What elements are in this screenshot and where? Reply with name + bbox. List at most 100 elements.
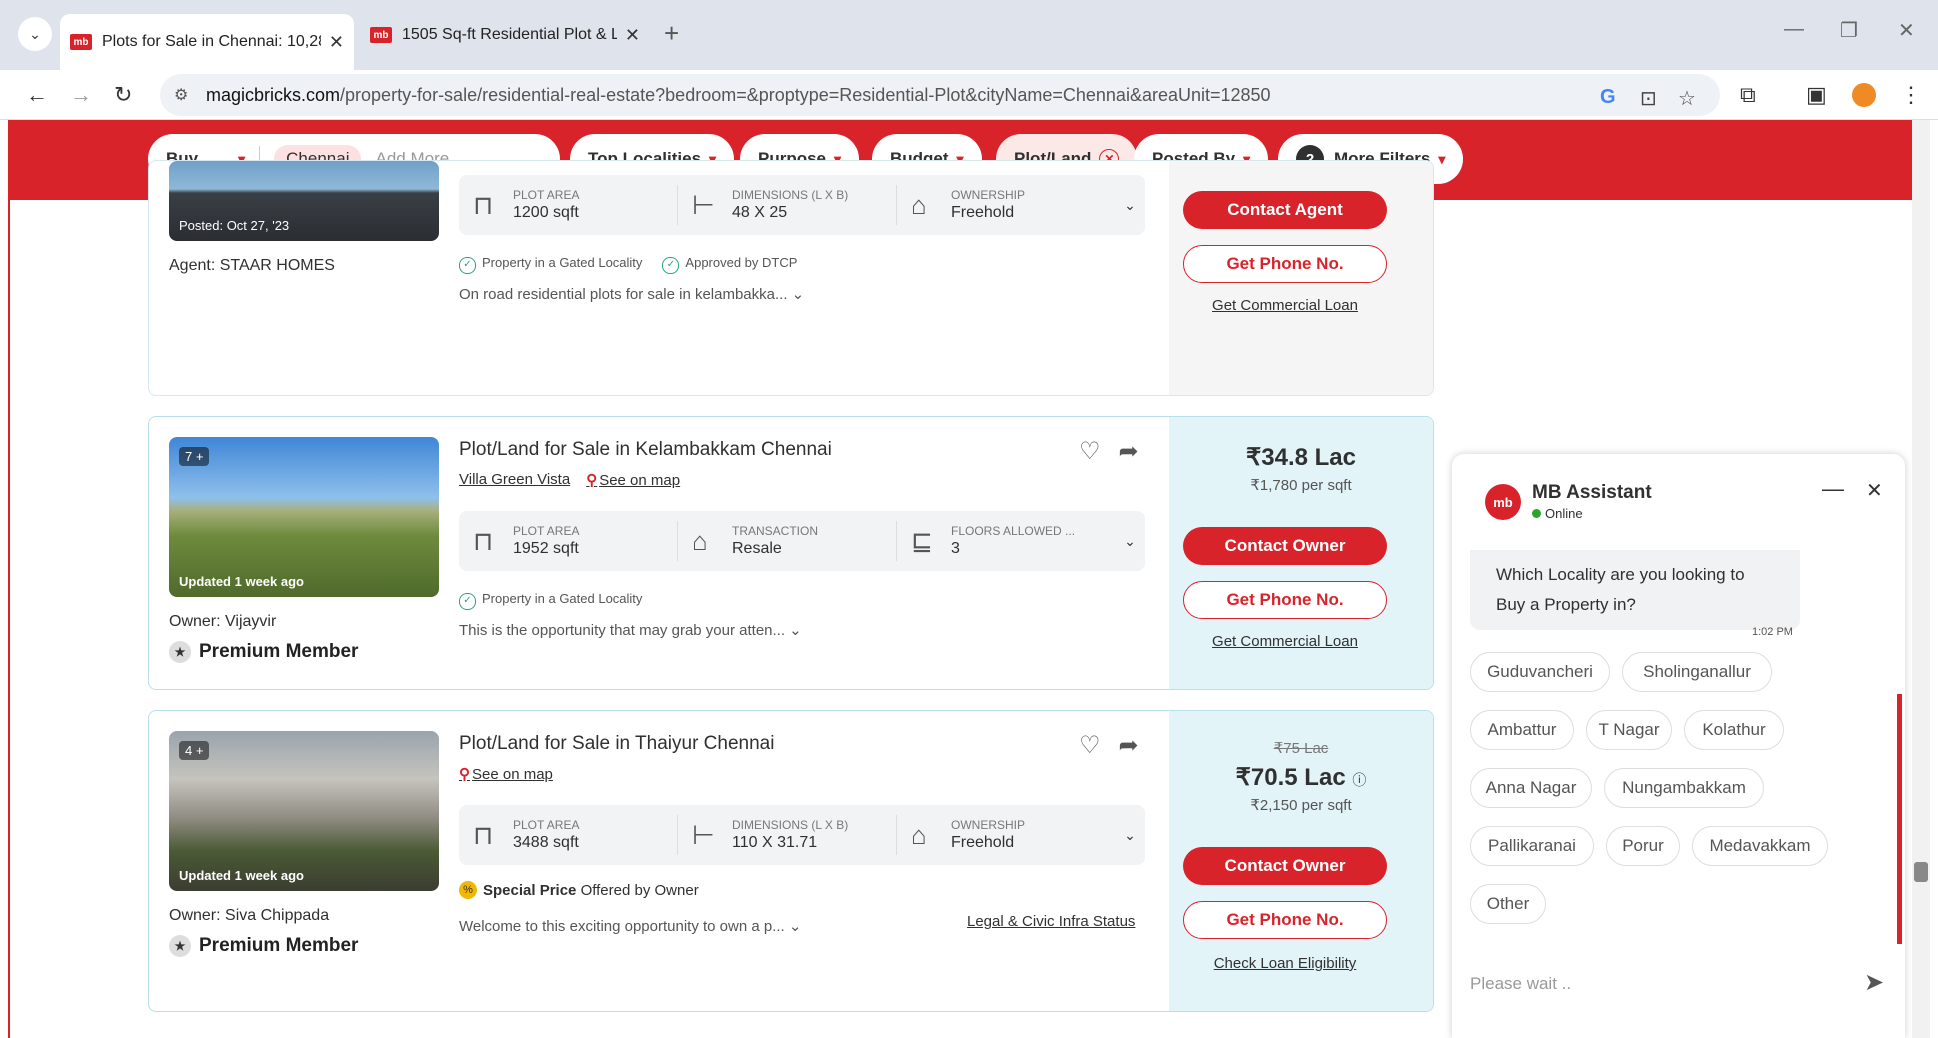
- property-specs: ⊓ PLOT AREA 1200 sqft ⊢ DIMENSIONS (L X B) 4…: [459, 175, 1145, 235]
- locality-chip[interactable]: Nungambakkam: [1604, 768, 1764, 808]
- star-shield-icon: ★: [169, 641, 191, 663]
- close-window-icon[interactable]: ✕: [1898, 18, 1915, 43]
- locality-chip[interactable]: Other: [1470, 884, 1546, 924]
- tab-residential-plot[interactable]: mb 1505 Sq-ft Residential Plot & L ✕: [360, 12, 650, 58]
- listing-card: Posted: Oct 27, '23 Agent: STAAR HOMES ⊓…: [148, 160, 1434, 396]
- locality-chip[interactable]: Pallikaranai: [1470, 826, 1594, 866]
- get-phone-button[interactable]: Get Phone No.: [1183, 581, 1387, 619]
- tab-search-button[interactable]: ⌄: [18, 17, 52, 51]
- locality-chip[interactable]: Guduvancheri: [1470, 652, 1610, 692]
- back-arrow-icon[interactable]: ←: [26, 82, 48, 108]
- listing-card: 7 + Updated 1 week ago Owner: Vijayvir ★…: [148, 416, 1434, 690]
- google-lens-icon[interactable]: G: [1600, 86, 1616, 109]
- locality-chip[interactable]: Ambattur: [1470, 710, 1574, 750]
- listing-title[interactable]: Plot/Land for Sale in Kelambakkam Chenna…: [459, 439, 832, 461]
- property-tags: Property in a Gated LocalityApproved by …: [459, 255, 797, 274]
- new-tab-button[interactable]: +: [664, 18, 679, 49]
- minimize-icon[interactable]: —: [1822, 476, 1844, 502]
- get-phone-button[interactable]: Get Phone No.: [1183, 901, 1387, 939]
- plot-area-icon: ⊓: [473, 189, 494, 220]
- contact-agent-button[interactable]: Contact Agent: [1183, 191, 1387, 229]
- property-specs: ⊓ PLOT AREA 3488 sqft ⊢ DIMENSIONS (L X B) 1…: [459, 805, 1145, 865]
- chat-title: MB Assistant: [1532, 482, 1652, 503]
- plot-area-icon: ⊓: [473, 819, 494, 850]
- agent-name: Agent: STAAR HOMES: [169, 257, 335, 274]
- locality-chip[interactable]: Anna Nagar: [1470, 768, 1592, 808]
- chevron-down-icon[interactable]: ⌄: [1115, 827, 1145, 844]
- listing-title[interactable]: Plot/Land for Sale in Thaiyur Chennai: [459, 733, 774, 755]
- reload-icon[interactable]: ↻: [114, 82, 132, 108]
- property-description[interactable]: Welcome to this exciting opportunity to …: [459, 917, 801, 935]
- owner-name: Owner: Siva Chippada: [169, 907, 330, 924]
- property-description[interactable]: This is the opportunity that may grab yo…: [459, 621, 802, 639]
- photo-count-badge: 4 +: [179, 741, 210, 760]
- magicbricks-favicon-icon: mb: [370, 27, 392, 43]
- tab-plots-chennai[interactable]: mb Plots for Sale in Chennai: 10,28 ✕: [60, 14, 354, 70]
- bookmark-star-icon[interactable]: ☆: [1678, 86, 1696, 111]
- info-icon[interactable]: ⓘ: [1352, 772, 1366, 788]
- url-input[interactable]: ⚙ magicbricks.com/property-for-sale/resi…: [160, 74, 1720, 116]
- ownership-icon: ⌂: [911, 189, 927, 220]
- locality-chip[interactable]: Kolathur: [1684, 710, 1784, 750]
- property-image[interactable]: 7 + Updated 1 week ago: [169, 437, 439, 597]
- project-link[interactable]: Villa Green Vista: [459, 471, 570, 489]
- check-loan-link[interactable]: Check Loan Eligibility: [1171, 955, 1399, 972]
- owner-name: Owner: Vijayvir: [169, 613, 277, 630]
- commercial-loan-link[interactable]: Get Commercial Loan: [1171, 633, 1399, 650]
- chevron-down-icon: ▾: [1438, 150, 1446, 167]
- side-panel-icon[interactable]: ▣: [1806, 82, 1827, 108]
- see-on-map-link[interactable]: ⚲ See on map: [586, 471, 680, 489]
- send-icon[interactable]: ➤: [1864, 968, 1884, 997]
- mb-logo: mb: [1485, 484, 1521, 520]
- site-info-icon[interactable]: ⚙: [174, 85, 188, 105]
- locality-chip[interactable]: T Nagar: [1586, 710, 1672, 750]
- locality-chip[interactable]: Porur: [1606, 826, 1680, 866]
- favorite-heart-icon[interactable]: ♡: [1079, 731, 1101, 760]
- close-icon[interactable]: ✕: [1866, 478, 1883, 503]
- chevron-down-icon[interactable]: ⌄: [1115, 197, 1145, 214]
- contact-owner-button[interactable]: Contact Owner: [1183, 527, 1387, 565]
- page-scrollbar[interactable]: [1912, 120, 1930, 1038]
- profile-avatar[interactable]: [1852, 83, 1876, 107]
- close-tab-icon[interactable]: ✕: [625, 25, 640, 46]
- locality-chip[interactable]: Medavakkam: [1692, 826, 1828, 866]
- property-image[interactable]: 4 + Updated 1 week ago: [169, 731, 439, 891]
- dimensions-icon: ⊢: [692, 189, 715, 220]
- percent-icon: %: [459, 881, 477, 899]
- chat-scrollbar[interactable]: [1897, 694, 1902, 944]
- star-shield-icon: ★: [169, 935, 191, 957]
- minimize-window-icon[interactable]: —: [1784, 18, 1804, 41]
- commercial-loan-link[interactable]: Get Commercial Loan: [1171, 297, 1399, 314]
- contact-owner-button[interactable]: Contact Owner: [1183, 847, 1387, 885]
- legal-status-link[interactable]: Legal & Civic Infra Status: [967, 913, 1135, 930]
- special-price-tag: % Special Price Offered by Owner: [459, 881, 699, 899]
- forward-arrow-icon[interactable]: →: [70, 82, 92, 108]
- chat-message: Which Locality are you looking to Buy a …: [1470, 550, 1800, 630]
- dimensions-icon: ⊢: [692, 819, 715, 850]
- mb-assistant-chat: mb MB Assistant Online — ✕ Which Localit…: [1452, 454, 1905, 1038]
- share-icon[interactable]: ➦: [1119, 731, 1139, 760]
- extensions-icon[interactable]: ⧉: [1740, 82, 1756, 108]
- restore-window-icon[interactable]: ❐: [1840, 18, 1858, 43]
- magicbricks-favicon-icon: mb: [70, 34, 92, 50]
- install-app-icon[interactable]: ⊡: [1640, 86, 1657, 111]
- close-tab-icon[interactable]: ✕: [329, 32, 344, 53]
- floors-icon: ⊑: [911, 525, 933, 556]
- chevron-down-icon[interactable]: ⌄: [1115, 533, 1145, 550]
- share-icon[interactable]: ➦: [1119, 437, 1139, 466]
- address-bar: ← → ↻ ⚙ magicbricks.com/property-for-sal…: [0, 70, 1938, 120]
- favorite-heart-icon[interactable]: ♡: [1079, 437, 1101, 466]
- chat-input[interactable]: Please wait ..: [1470, 974, 1571, 994]
- get-phone-button[interactable]: Get Phone No.: [1183, 245, 1387, 283]
- locality-chip[interactable]: Sholinganallur: [1622, 652, 1772, 692]
- property-image[interactable]: Posted: Oct 27, '23: [169, 161, 439, 241]
- transaction-icon: ⌂: [692, 525, 708, 556]
- map-pin-icon: ⚲: [586, 472, 598, 489]
- price-block: ₹75 Lac ₹70.5 Lac ⓘ ₹2,150 per sqft: [1235, 740, 1367, 814]
- ownership-icon: ⌂: [911, 819, 927, 850]
- property-description[interactable]: On road residential plots for sale in ke…: [459, 285, 804, 303]
- menu-kebab-icon[interactable]: ⋮: [1900, 82, 1922, 108]
- premium-member-badge: ★ Premium Member: [169, 641, 358, 663]
- see-on-map-link[interactable]: ⚲ See on map: [459, 765, 553, 783]
- property-specs: ⊓ PLOT AREA 1952 sqft ⌂ TRANSACTION Resale ⊑…: [459, 511, 1145, 571]
